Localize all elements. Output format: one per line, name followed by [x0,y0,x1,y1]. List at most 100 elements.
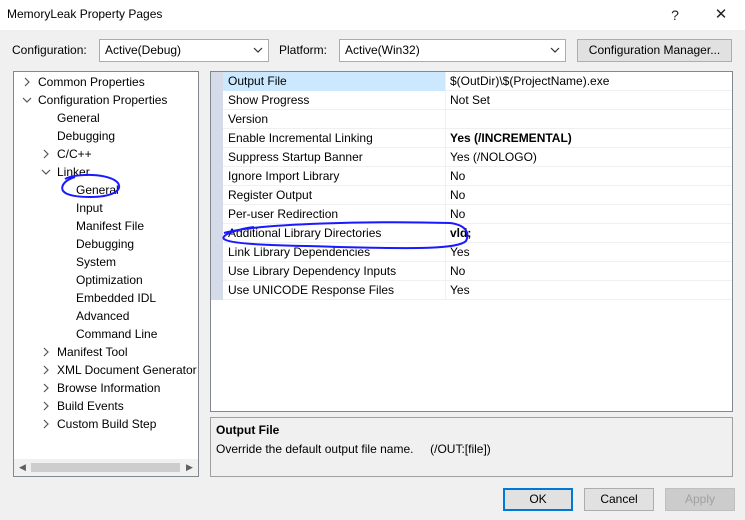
chevron-down-icon [550,47,560,53]
tree-item-linker-general[interactable]: General [76,181,119,199]
property-value[interactable]: Yes (/INCREMENTAL) [450,129,572,148]
collapsed-caret-icon[interactable] [41,379,51,397]
collapsed-caret-icon[interactable] [41,343,51,361]
property-grid[interactable]: Output File $(OutDir)\$(ProjectName).exe S… [210,71,733,412]
tree-item-linker-advanced[interactable]: Advanced [76,307,129,325]
tree-item-build-events[interactable]: Build Events [57,397,124,415]
property-row[interactable]: Show Progress Not Set [223,91,732,110]
column-divider [445,262,446,281]
property-value[interactable]: vld; [450,224,471,243]
tree-item-browse-information[interactable]: Browse Information [57,379,160,397]
tree-horizontal-scrollbar[interactable]: ◀ ▶ [14,459,198,476]
collapsed-caret-icon[interactable] [41,415,51,433]
tree-item-common-properties[interactable]: Common Properties [38,73,145,91]
tree-item-custom-build-step[interactable]: Custom Build Step [57,415,156,433]
expanded-caret-icon[interactable] [22,91,32,109]
apply-button[interactable]: Apply [665,488,735,511]
property-name: Per-user Redirection [228,207,339,221]
tree-item-debugging[interactable]: Debugging [57,127,115,145]
property-row[interactable]: Output File $(OutDir)\$(ProjectName).exe [223,72,732,91]
window-title: MemoryLeak Property Pages [7,7,163,21]
property-value[interactable]: Yes [450,243,470,262]
tree-item-linker-command-line[interactable]: Command Line [76,325,157,343]
description-text: Override the default output file name. (… [216,442,491,456]
configuration-label: Configuration: [12,43,87,57]
platform-value: Active(Win32) [345,43,420,57]
property-name: Use UNICODE Response Files [228,283,395,297]
column-divider [445,148,446,167]
tree-item-manifest-tool[interactable]: Manifest Tool [57,343,127,361]
tree-item-configuration-properties[interactable]: Configuration Properties [38,91,167,109]
collapsed-caret-icon[interactable] [22,73,32,91]
property-name: Show Progress [228,93,310,107]
tree-item-linker[interactable]: Linker [57,163,90,181]
property-row[interactable]: Register Output No [223,186,732,205]
tree-item-linker-embedded-idl[interactable]: Embedded IDL [76,289,156,307]
property-name: Use Library Dependency Inputs [228,264,397,278]
property-name: Link Library Dependencies [228,245,371,259]
property-row[interactable]: Enable Incremental Linking Yes (/INCREMEN… [223,129,732,148]
expanded-caret-icon[interactable] [41,163,51,181]
platform-dropdown[interactable]: Active(Win32) [339,39,566,62]
property-name: Enable Incremental Linking [228,131,373,145]
description-title: Output File [216,423,280,437]
property-row[interactable]: Per-user Redirection No [223,205,732,224]
close-button[interactable]: ✕ [698,0,744,30]
property-value[interactable]: No [450,262,465,281]
tree-item-linker-manifest-file[interactable]: Manifest File [76,217,144,235]
tree-item-linker-system[interactable]: System [76,253,116,271]
property-row[interactable]: Additional Library Directories vld; [223,224,732,243]
title-bar: MemoryLeak Property Pages ? ✕ [0,0,745,30]
tree-item-xml-document-generator[interactable]: XML Document Generator [57,361,197,379]
configuration-value: Active(Debug) [105,43,182,57]
tree-item-linker-debugging[interactable]: Debugging [76,235,134,253]
scroll-left-icon[interactable]: ◀ [14,459,31,476]
cancel-button[interactable]: Cancel [584,488,654,511]
description-panel: Output File Override the default output … [210,417,733,477]
column-divider [445,72,446,91]
property-row[interactable]: Use UNICODE Response Files Yes [223,281,732,300]
column-divider [445,167,446,186]
tree-item-general[interactable]: General [57,109,100,127]
ok-button[interactable]: OK [503,488,573,511]
property-row[interactable]: Ignore Import Library No [223,167,732,186]
grid-gutter [211,72,223,300]
tree-item-linker-input[interactable]: Input [76,199,103,217]
property-name: Version [228,112,269,126]
platform-label: Platform: [279,43,328,57]
column-divider [445,205,446,224]
help-button[interactable]: ? [652,0,698,30]
chevron-down-icon [253,47,263,53]
property-value[interactable]: Not Set [450,91,490,110]
property-value[interactable]: Yes [450,281,470,300]
property-row[interactable]: Suppress Startup Banner Yes (/NOLOGO) [223,148,732,167]
scroll-right-icon[interactable]: ▶ [181,459,198,476]
column-divider [445,91,446,110]
property-value[interactable]: No [450,167,465,186]
column-divider [445,281,446,300]
property-value[interactable]: No [450,186,465,205]
property-row[interactable]: Version [223,110,732,129]
property-value[interactable]: Yes (/NOLOGO) [450,148,537,167]
property-row[interactable]: Link Library Dependencies Yes [223,243,732,262]
column-divider [445,186,446,205]
collapsed-caret-icon[interactable] [41,397,51,415]
configuration-manager-button[interactable]: Configuration Manager... [577,39,732,62]
scrollbar-thumb[interactable] [31,463,180,472]
property-name: Ignore Import Library [228,169,340,183]
tree-item-cpp[interactable]: C/C++ [57,145,92,163]
column-divider [445,110,446,129]
property-name: Output File [228,74,287,88]
property-value[interactable]: No [450,205,465,224]
collapsed-caret-icon[interactable] [41,361,51,379]
column-divider [445,243,446,262]
property-value[interactable]: $(OutDir)\$(ProjectName).exe [450,72,609,91]
configuration-dropdown[interactable]: Active(Debug) [99,39,269,62]
column-divider [445,224,446,243]
collapsed-caret-icon[interactable] [41,145,51,163]
property-name: Additional Library Directories [228,226,382,240]
tree-item-linker-optimization[interactable]: Optimization [76,271,143,289]
property-tree[interactable]: Common Properties Configuration Propertie… [13,71,199,477]
property-row[interactable]: Use Library Dependency Inputs No [223,262,732,281]
property-name: Suppress Startup Banner [228,150,363,164]
